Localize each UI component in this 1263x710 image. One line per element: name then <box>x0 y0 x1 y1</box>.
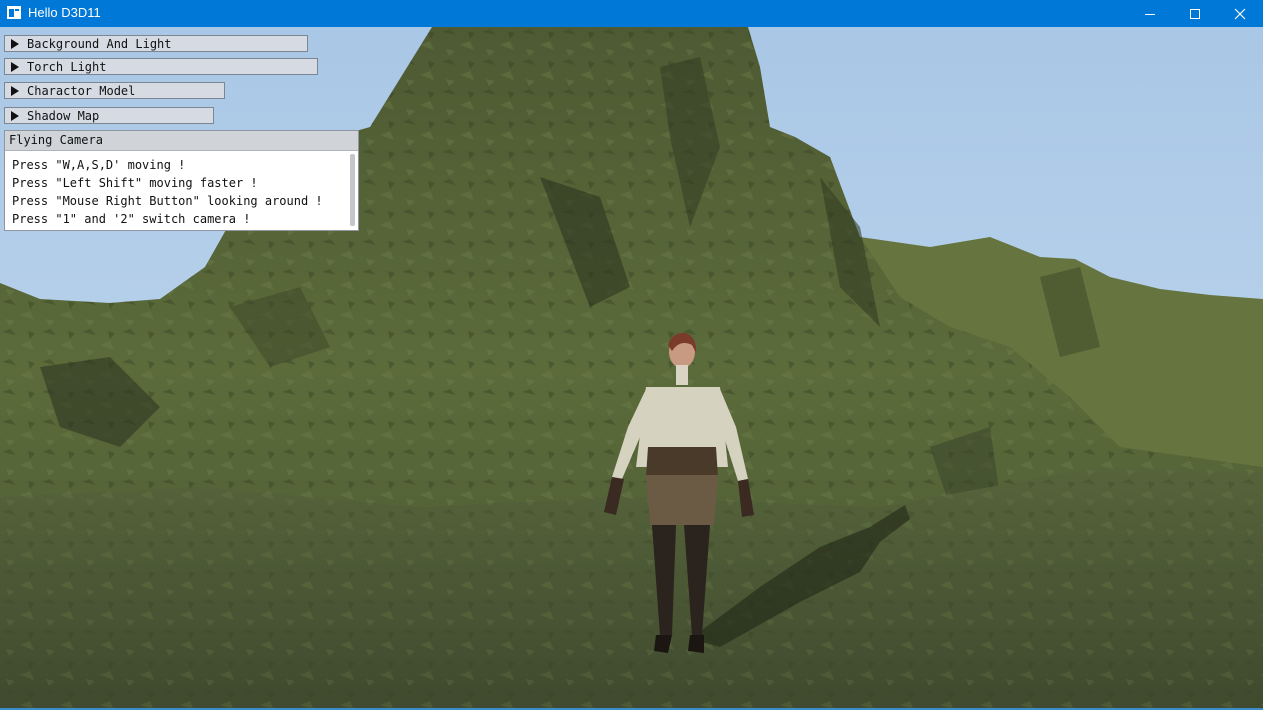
expand-arrow-icon <box>11 38 19 49</box>
help-line: Press "Mouse Right Button" looking aroun… <box>12 194 323 208</box>
minimize-icon <box>1144 13 1155 15</box>
flying-camera-window[interactable]: Flying Camera Press "W,A,S,D' moving ! P… <box>4 130 359 231</box>
panel-charactor-model[interactable]: Charactor Model <box>4 82 225 99</box>
maximize-icon <box>1189 8 1200 19</box>
expand-arrow-icon <box>11 85 19 96</box>
window-title: Hello D3D11 <box>28 5 101 20</box>
help-line: Press "W,A,S,D' moving ! <box>12 158 186 172</box>
window-titlebar[interactable]: Hello D3D11 <box>0 0 1263 27</box>
panel-label: Shadow Map <box>27 108 100 123</box>
expand-arrow-icon <box>11 110 19 121</box>
panel-shadow-map[interactable]: Shadow Map <box>4 107 214 124</box>
help-line: Press "Left Shift" moving faster ! <box>12 176 258 190</box>
help-line: Press "1" and '2" switch camera ! <box>12 212 251 226</box>
panel-torch-light[interactable]: Torch Light <box>4 58 318 75</box>
maximize-button[interactable] <box>1172 0 1217 27</box>
panel-label: Torch Light <box>27 59 107 74</box>
panel-label: Charactor Model <box>27 83 136 98</box>
panel-label: Background And Light <box>27 36 172 51</box>
flying-camera-title[interactable]: Flying Camera <box>5 131 358 151</box>
panel-background-and-light[interactable]: Background And Light <box>4 35 308 52</box>
expand-arrow-icon <box>11 61 19 72</box>
minimize-button[interactable] <box>1127 0 1172 27</box>
close-button[interactable] <box>1217 0 1262 27</box>
scrollbar-thumb[interactable] <box>350 154 355 226</box>
camera-help-text: Press "W,A,S,D' moving ! Press "Left Shi… <box>5 151 358 228</box>
close-icon <box>1234 8 1245 19</box>
app-icon <box>7 6 21 19</box>
